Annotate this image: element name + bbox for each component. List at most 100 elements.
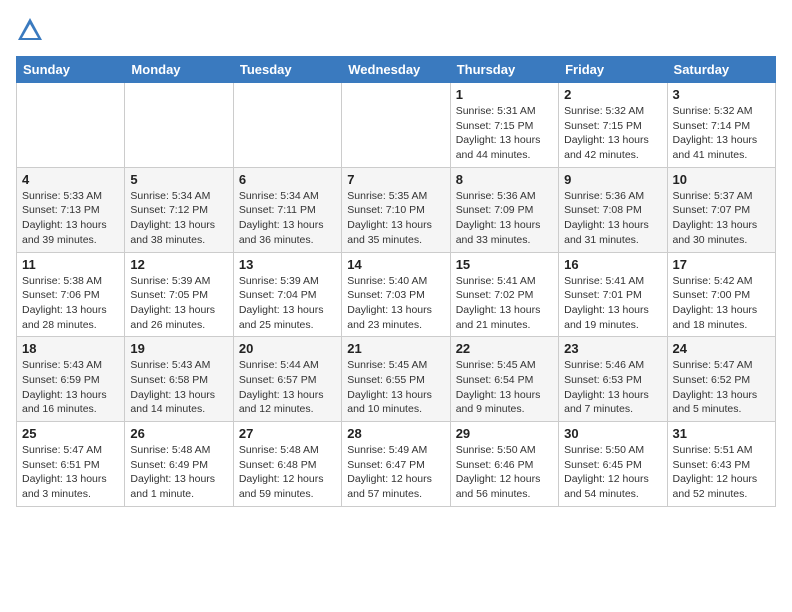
day-info: Sunrise: 5:32 AM Sunset: 7:15 PM Dayligh… [564, 104, 661, 163]
day-info: Sunrise: 5:41 AM Sunset: 7:01 PM Dayligh… [564, 274, 661, 333]
day-number: 11 [22, 257, 119, 272]
day-number: 20 [239, 341, 336, 356]
calendar-cell [233, 83, 341, 168]
day-number: 19 [130, 341, 227, 356]
day-info: Sunrise: 5:36 AM Sunset: 7:08 PM Dayligh… [564, 189, 661, 248]
calendar-week-2: 4 Sunrise: 5:33 AM Sunset: 7:13 PM Daylig… [17, 167, 776, 252]
day-info: Sunrise: 5:49 AM Sunset: 6:47 PM Dayligh… [347, 443, 444, 502]
day-info: Sunrise: 5:39 AM Sunset: 7:05 PM Dayligh… [130, 274, 227, 333]
page-header [16, 16, 776, 44]
day-number: 16 [564, 257, 661, 272]
calendar-cell: 6 Sunrise: 5:34 AM Sunset: 7:11 PM Daylig… [233, 167, 341, 252]
day-number: 6 [239, 172, 336, 187]
calendar-cell: 20Sunrise: 5:44 AM Sunset: 6:57 PM Dayli… [233, 337, 341, 422]
calendar-cell: 3Sunrise: 5:32 AM Sunset: 7:14 PM Daylig… [667, 83, 775, 168]
calendar-cell: 18 Sunrise: 5:43 AM Sunset: 6:59 PM Dayli… [17, 337, 125, 422]
day-number: 13 [239, 257, 336, 272]
logo-icon [16, 16, 44, 44]
calendar-week-3: 11Sunrise: 5:38 AM Sunset: 7:06 PM Dayli… [17, 252, 776, 337]
day-number: 22 [456, 341, 553, 356]
calendar-table: SundayMondayTuesdayWednesdayThursdayFrid… [16, 56, 776, 507]
day-header-friday: Friday [559, 57, 667, 83]
day-info: Sunrise: 5:41 AM Sunset: 7:02 PM Dayligh… [456, 274, 553, 333]
day-number: 24 [673, 341, 770, 356]
day-header-thursday: Thursday [450, 57, 558, 83]
day-info: Sunrise: 5:36 AM Sunset: 7:09 PM Dayligh… [456, 189, 553, 248]
day-number: 28 [347, 426, 444, 441]
calendar-cell: 31Sunrise: 5:51 AM Sunset: 6:43 PM Dayli… [667, 422, 775, 507]
calendar-cell: 22 Sunrise: 5:45 AM Sunset: 6:54 PM Dayli… [450, 337, 558, 422]
day-header-wednesday: Wednesday [342, 57, 450, 83]
day-number: 23 [564, 341, 661, 356]
calendar-cell: 9 Sunrise: 5:36 AM Sunset: 7:08 PM Daylig… [559, 167, 667, 252]
day-info: Sunrise: 5:47 AM Sunset: 6:52 PM Dayligh… [673, 358, 770, 417]
day-info: Sunrise: 5:35 AM Sunset: 7:10 PM Dayligh… [347, 189, 444, 248]
calendar-cell: 2 Sunrise: 5:32 AM Sunset: 7:15 PM Daylig… [559, 83, 667, 168]
day-number: 29 [456, 426, 553, 441]
calendar-cell: 24 Sunrise: 5:47 AM Sunset: 6:52 PM Dayli… [667, 337, 775, 422]
day-number: 3 [673, 87, 770, 102]
day-info: Sunrise: 5:42 AM Sunset: 7:00 PM Dayligh… [673, 274, 770, 333]
calendar-cell: 15 Sunrise: 5:41 AM Sunset: 7:02 PM Dayli… [450, 252, 558, 337]
calendar-cell: 13 Sunrise: 5:39 AM Sunset: 7:04 PM Dayli… [233, 252, 341, 337]
day-header-saturday: Saturday [667, 57, 775, 83]
day-info: Sunrise: 5:40 AM Sunset: 7:03 PM Dayligh… [347, 274, 444, 333]
day-info: Sunrise: 5:31 AM Sunset: 7:15 PM Dayligh… [456, 104, 553, 163]
day-info: Sunrise: 5:43 AM Sunset: 6:59 PM Dayligh… [22, 358, 119, 417]
calendar-cell: 28 Sunrise: 5:49 AM Sunset: 6:47 PM Dayli… [342, 422, 450, 507]
day-number: 12 [130, 257, 227, 272]
day-info: Sunrise: 5:43 AM Sunset: 6:58 PM Dayligh… [130, 358, 227, 417]
calendar-cell: 7 Sunrise: 5:35 AM Sunset: 7:10 PM Daylig… [342, 167, 450, 252]
calendar-cell: 23 Sunrise: 5:46 AM Sunset: 6:53 PM Dayli… [559, 337, 667, 422]
day-info: Sunrise: 5:48 AM Sunset: 6:48 PM Dayligh… [239, 443, 336, 502]
calendar-cell: 19 Sunrise: 5:43 AM Sunset: 6:58 PM Dayli… [125, 337, 233, 422]
day-info: Sunrise: 5:50 AM Sunset: 6:46 PM Dayligh… [456, 443, 553, 502]
day-info: Sunrise: 5:47 AM Sunset: 6:51 PM Dayligh… [22, 443, 119, 502]
day-number: 18 [22, 341, 119, 356]
day-number: 30 [564, 426, 661, 441]
calendar-cell: 16 Sunrise: 5:41 AM Sunset: 7:01 PM Dayli… [559, 252, 667, 337]
day-info: Sunrise: 5:48 AM Sunset: 6:49 PM Dayligh… [130, 443, 227, 502]
day-info: Sunrise: 5:33 AM Sunset: 7:13 PM Dayligh… [22, 189, 119, 248]
calendar-cell [125, 83, 233, 168]
day-header-monday: Monday [125, 57, 233, 83]
day-number: 9 [564, 172, 661, 187]
day-number: 4 [22, 172, 119, 187]
day-info: Sunrise: 5:50 AM Sunset: 6:45 PM Dayligh… [564, 443, 661, 502]
calendar-cell: 21Sunrise: 5:45 AM Sunset: 6:55 PM Dayli… [342, 337, 450, 422]
calendar-header-row: SundayMondayTuesdayWednesdayThursdayFrid… [17, 57, 776, 83]
day-number: 21 [347, 341, 444, 356]
day-number: 27 [239, 426, 336, 441]
day-number: 10 [673, 172, 770, 187]
day-number: 25 [22, 426, 119, 441]
calendar-cell: 25 Sunrise: 5:47 AM Sunset: 6:51 PM Dayli… [17, 422, 125, 507]
day-number: 8 [456, 172, 553, 187]
calendar-week-4: 18 Sunrise: 5:43 AM Sunset: 6:59 PM Dayli… [17, 337, 776, 422]
day-header-tuesday: Tuesday [233, 57, 341, 83]
calendar-cell: 29 Sunrise: 5:50 AM Sunset: 6:46 PM Dayli… [450, 422, 558, 507]
day-info: Sunrise: 5:45 AM Sunset: 6:54 PM Dayligh… [456, 358, 553, 417]
day-info: Sunrise: 5:39 AM Sunset: 7:04 PM Dayligh… [239, 274, 336, 333]
day-info: Sunrise: 5:51 AM Sunset: 6:43 PM Dayligh… [673, 443, 770, 502]
day-number: 7 [347, 172, 444, 187]
day-number: 15 [456, 257, 553, 272]
calendar-cell: 4 Sunrise: 5:33 AM Sunset: 7:13 PM Daylig… [17, 167, 125, 252]
day-header-sunday: Sunday [17, 57, 125, 83]
calendar-cell: 1Sunrise: 5:31 AM Sunset: 7:15 PM Daylig… [450, 83, 558, 168]
calendar-cell: 17 Sunrise: 5:42 AM Sunset: 7:00 PM Dayli… [667, 252, 775, 337]
calendar-cell: 26 Sunrise: 5:48 AM Sunset: 6:49 PM Dayli… [125, 422, 233, 507]
day-number: 5 [130, 172, 227, 187]
day-number: 26 [130, 426, 227, 441]
calendar-week-5: 25 Sunrise: 5:47 AM Sunset: 6:51 PM Dayli… [17, 422, 776, 507]
day-info: Sunrise: 5:46 AM Sunset: 6:53 PM Dayligh… [564, 358, 661, 417]
day-number: 17 [673, 257, 770, 272]
logo [16, 16, 48, 44]
day-info: Sunrise: 5:34 AM Sunset: 7:12 PM Dayligh… [130, 189, 227, 248]
calendar-cell: 5 Sunrise: 5:34 AM Sunset: 7:12 PM Daylig… [125, 167, 233, 252]
day-number: 2 [564, 87, 661, 102]
calendar-week-1: 1Sunrise: 5:31 AM Sunset: 7:15 PM Daylig… [17, 83, 776, 168]
calendar-cell: 30 Sunrise: 5:50 AM Sunset: 6:45 PM Dayli… [559, 422, 667, 507]
calendar-cell [342, 83, 450, 168]
day-info: Sunrise: 5:34 AM Sunset: 7:11 PM Dayligh… [239, 189, 336, 248]
calendar-cell: 12 Sunrise: 5:39 AM Sunset: 7:05 PM Dayli… [125, 252, 233, 337]
